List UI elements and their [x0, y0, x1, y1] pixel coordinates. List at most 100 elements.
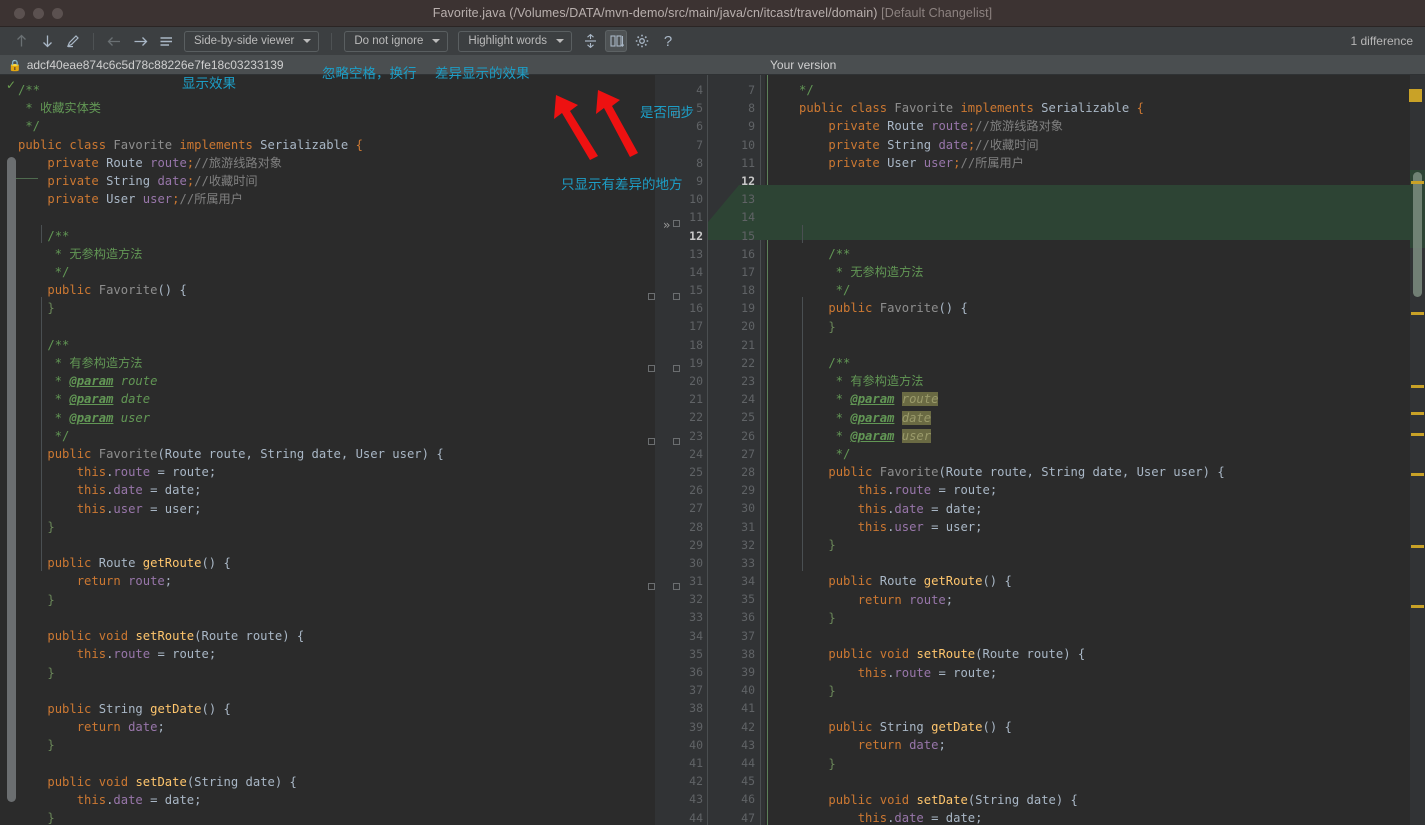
toolbar-separator-2: [331, 32, 333, 50]
close-window-button[interactable]: [14, 8, 25, 19]
right-line-number: 45: [741, 774, 755, 789]
right-line-number: 22: [741, 355, 755, 370]
annotation-text: 显示效果: [182, 76, 236, 91]
left-line-number: 13: [689, 246, 703, 261]
collapse-unchanged-button[interactable]: [579, 30, 601, 52]
left-line-number: 33: [689, 610, 703, 625]
right-line-number: 25: [741, 410, 755, 425]
changed-block-marker: [767, 75, 768, 185]
left-code-text: /** * 收藏实体类 */ public class Favorite imp…: [18, 83, 444, 825]
warning-stripe-marker[interactable]: [1411, 545, 1424, 548]
fold-marker-icon[interactable]: [673, 293, 680, 300]
left-code-pane[interactable]: /** * 收藏实体类 */ public class Favorite imp…: [0, 75, 655, 825]
diff-toolbar: Side-by-side viewer Do not ignore Highli…: [0, 27, 1425, 55]
fold-marker-icon[interactable]: [648, 365, 655, 372]
fold-marker-icon[interactable]: [648, 583, 655, 590]
warning-stripe-marker[interactable]: [1411, 412, 1424, 415]
right-code-pane[interactable]: */ public class Favorite implements Seri…: [765, 75, 1410, 825]
warning-stripe-marker[interactable]: [1411, 385, 1424, 388]
fold-marker-icon[interactable]: [673, 365, 680, 372]
fold-marker-icon[interactable]: [648, 438, 655, 445]
right-line-number: 38: [741, 646, 755, 661]
navigate-forward-button[interactable]: [129, 30, 151, 52]
left-scrollbar-thumb[interactable]: [7, 157, 16, 802]
warning-stripe-marker[interactable]: [1411, 605, 1424, 608]
right-line-number: 27: [741, 446, 755, 461]
next-difference-button[interactable]: [36, 30, 58, 52]
toolbar-separator-1: [93, 32, 94, 50]
left-line-number: 29: [689, 537, 703, 552]
left-line-number: 27: [689, 501, 703, 516]
left-line-number: 32: [689, 592, 703, 607]
left-line-number: 28: [689, 519, 703, 534]
edit-source-button[interactable]: [62, 30, 84, 52]
chevron-down-icon: [303, 39, 312, 43]
left-revision-header: 🔒 adcf40eae874c6c5d78c88226e7fe18c032331…: [8, 55, 284, 75]
fold-marker-icon[interactable]: [648, 293, 655, 300]
left-line-number: 40: [689, 737, 703, 752]
left-line-number: 38: [689, 701, 703, 716]
right-line-number: 42: [741, 719, 755, 734]
warning-stripe-marker[interactable]: [1411, 312, 1424, 315]
warning-stripe-marker[interactable]: [1409, 89, 1422, 102]
right-line-number: 37: [741, 628, 755, 643]
left-line-number: 17: [689, 319, 703, 334]
difference-count-label: 1 difference: [1350, 34, 1414, 48]
fold-marker-icon[interactable]: [673, 220, 680, 227]
right-line-numbers: 7 8 9 10 11 12 13 14 15 16 17 18 19 20 21 22 23 24 25 26 27 2…: [713, 81, 755, 825]
right-line-number: 30: [741, 501, 755, 516]
synchronize-scroll-button[interactable]: [605, 30, 628, 52]
title-bar: Favorite.java (/Volumes/DATA/mvn-demo/sr…: [0, 0, 1425, 27]
left-scrollbar-track[interactable]: [3, 151, 16, 825]
right-line-number: 28: [741, 464, 755, 479]
right-scrollbar-thumb[interactable]: [1413, 172, 1422, 297]
maximize-window-button[interactable]: [52, 8, 63, 19]
left-line-number: 20: [689, 374, 703, 388]
more-options-menu-button[interactable]: [155, 30, 177, 52]
help-button[interactable]: ?: [657, 30, 679, 52]
ignore-whitespace-dropdown[interactable]: Do not ignore: [344, 30, 449, 52]
previous-difference-button[interactable]: [10, 30, 32, 52]
diff-settings-button[interactable]: [631, 30, 653, 52]
diff-editor: /** * 收藏实体类 */ public class Favorite imp…: [0, 75, 1425, 825]
warning-stripe-marker[interactable]: [1411, 473, 1424, 476]
highlight-mode-dropdown[interactable]: Highlight words: [458, 30, 573, 52]
right-line-number: 35: [741, 592, 755, 607]
navigate-back-button[interactable]: [103, 30, 125, 52]
minimize-window-button[interactable]: [33, 8, 44, 19]
fold-marker-icon[interactable]: [673, 438, 680, 445]
right-version-header: Your version: [770, 58, 837, 72]
warning-stripe-marker[interactable]: [1411, 433, 1424, 436]
right-line-number: 36: [741, 610, 755, 625]
left-line-number: 43: [689, 792, 703, 807]
right-scrollbar-track[interactable]: [1409, 75, 1425, 825]
annotation-text: 差异显示的效果: [435, 66, 530, 81]
right-line-number: 7: [748, 83, 755, 97]
left-line-number: 35: [689, 646, 703, 661]
diff-change-marker: [16, 178, 38, 179]
window-title: Favorite.java (/Volumes/DATA/mvn-demo/sr…: [0, 6, 1425, 20]
window-title-path: Favorite.java (/Volumes/DATA/mvn-demo/sr…: [432, 6, 878, 20]
left-line-number: 41: [689, 755, 703, 770]
left-line-number: 44: [689, 810, 703, 825]
right-line-number: 29: [741, 483, 755, 498]
revision-hash: adcf40eae874c6c5d78c88226e7fe18c03233139: [26, 58, 284, 72]
window-title-changelist: [Default Changelist]: [877, 6, 993, 20]
right-line-number: 44: [741, 755, 755, 770]
chevron-down-icon: [432, 39, 441, 43]
right-line-number: 47: [741, 810, 755, 825]
right-line-number: 9: [748, 119, 755, 134]
warning-stripe-marker[interactable]: [1411, 181, 1424, 184]
window-controls[interactable]: [14, 8, 63, 19]
left-line-number: 18: [689, 337, 703, 352]
left-line-number: 24: [689, 446, 703, 461]
right-line-number: 16: [741, 246, 755, 261]
left-line-number: 14: [689, 264, 703, 279]
right-line-number: 21: [741, 337, 755, 352]
left-line-number: 22: [689, 410, 703, 425]
fold-marker-icon[interactable]: [673, 583, 680, 590]
right-line-number: 17: [741, 264, 755, 279]
viewer-mode-dropdown[interactable]: Side-by-side viewer: [184, 30, 320, 52]
diff-viewer-window: Favorite.java (/Volumes/DATA/mvn-demo/sr…: [0, 0, 1425, 825]
double-chevron-right-icon[interactable]: »: [663, 218, 670, 232]
